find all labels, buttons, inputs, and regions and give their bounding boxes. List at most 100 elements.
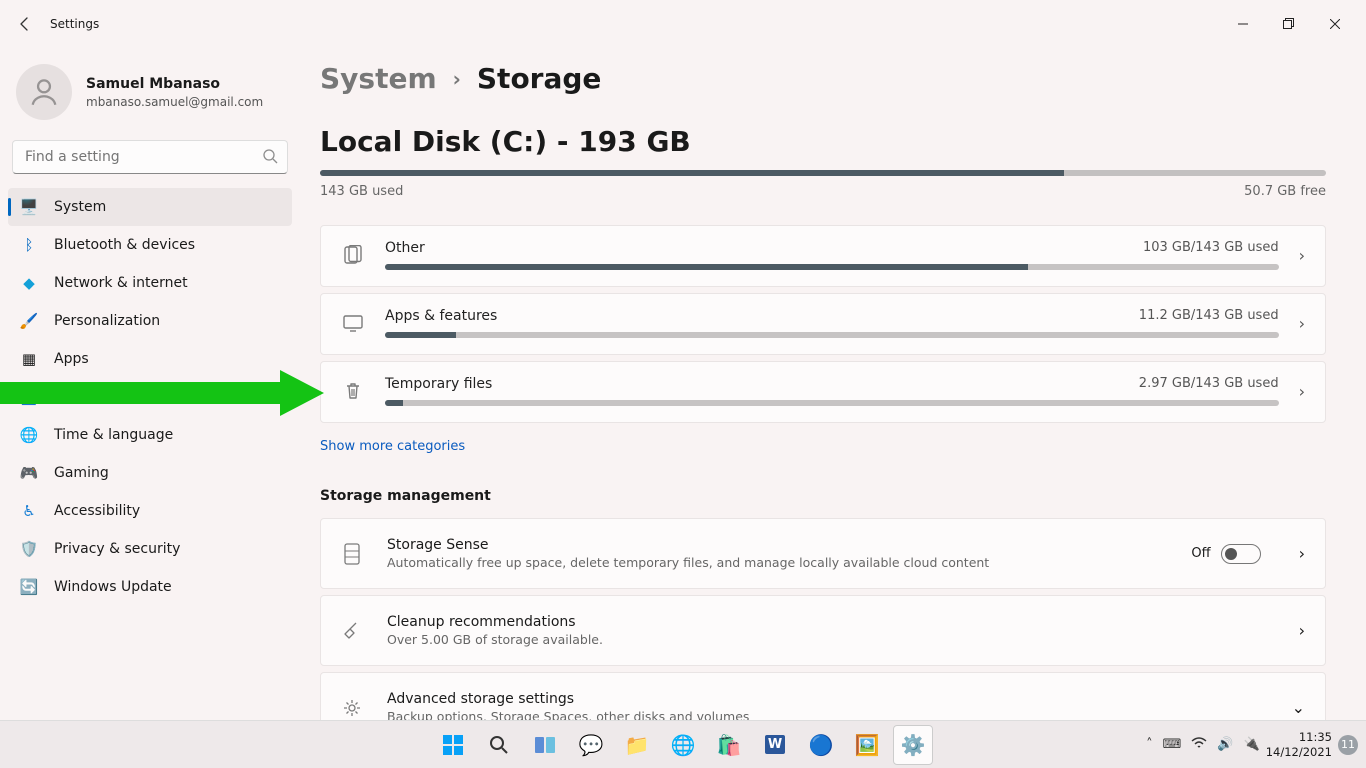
disk-usage-bar xyxy=(320,170,1326,176)
privacy-icon: 🛡️ xyxy=(20,540,38,558)
sidebar-item-label: Time & language xyxy=(54,427,173,443)
sidebar-item-accounts[interactable]: 👤 Accounts xyxy=(8,378,292,416)
toggle-state: Off xyxy=(1191,546,1210,561)
accounts-icon: 👤 xyxy=(20,388,38,406)
category-label: Other xyxy=(385,240,425,256)
sidebar-item-system[interactable]: 🖥️ System xyxy=(8,188,292,226)
apps-icon: ▦ xyxy=(20,350,38,368)
chevron-down-icon: ⌄ xyxy=(1292,698,1305,717)
taskbar-search[interactable] xyxy=(479,725,519,765)
system-icon: 🖥️ xyxy=(20,198,38,216)
sidebar-item-label: System xyxy=(54,199,106,215)
back-button[interactable] xyxy=(8,7,42,41)
sidebar-item-label: Windows Update xyxy=(54,579,172,595)
taskbar-chrome[interactable]: 🔵 xyxy=(801,725,841,765)
advanced-desc: Backup options, Storage Spaces, other di… xyxy=(387,709,1268,720)
wifi-icon[interactable] xyxy=(1191,737,1207,753)
sidebar-item-gaming[interactable]: 🎮 Gaming xyxy=(8,454,292,492)
sidebar-item-bluetooth[interactable]: ᛒ Bluetooth & devices xyxy=(8,226,292,264)
category-used: 2.97 GB/143 GB used xyxy=(1139,376,1279,392)
taskbar-taskview[interactable] xyxy=(525,725,565,765)
sidebar-item-label: Bluetooth & devices xyxy=(54,237,195,253)
battery-icon[interactable]: 🔌 xyxy=(1244,737,1260,752)
personalization-icon: 🖌️ xyxy=(20,312,38,330)
storage-sense-row[interactable]: Storage Sense Automatically free up spac… xyxy=(320,518,1326,589)
close-button[interactable] xyxy=(1312,8,1358,40)
chevron-right-icon: › xyxy=(1299,246,1305,265)
taskbar-explorer[interactable]: 📁 xyxy=(617,725,657,765)
search-input[interactable] xyxy=(12,140,288,174)
gaming-icon: 🎮 xyxy=(20,464,38,482)
category-used: 103 GB/143 GB used xyxy=(1143,240,1279,256)
advanced-title: Advanced storage settings xyxy=(387,691,1268,707)
sidebar-item-label: Network & internet xyxy=(54,275,188,291)
user-name: Samuel Mbanaso xyxy=(86,76,263,92)
sidebar-item-network[interactable]: ◆Network & internet xyxy=(8,264,292,302)
time-language-icon: 🌐 xyxy=(20,426,38,444)
category-label: Apps & features xyxy=(385,308,497,324)
notification-badge[interactable]: 11 xyxy=(1338,735,1358,755)
sidebar-item-label: Gaming xyxy=(54,465,109,481)
tray-overflow-icon[interactable]: ˄ xyxy=(1146,737,1153,752)
advanced-storage-row[interactable]: Advanced storage settings Backup options… xyxy=(320,672,1326,720)
storage-mgmt-heading: Storage management xyxy=(320,488,1326,504)
storage-sense-title: Storage Sense xyxy=(387,537,1167,553)
taskbar-word[interactable]: W xyxy=(755,725,795,765)
category-apps[interactable]: Apps & features11.2 GB/143 GB used › xyxy=(320,293,1326,355)
taskbar-edge[interactable]: 🌐 xyxy=(663,725,703,765)
sidebar-item-accessibility[interactable]: ♿Accessibility xyxy=(8,492,292,530)
sidebar-item-apps[interactable]: ▦Apps xyxy=(8,340,292,378)
content-pane: System › Storage Local Disk (C:) - 193 G… xyxy=(300,48,1366,720)
storage-sense-toggle[interactable] xyxy=(1221,544,1261,564)
breadcrumb: System › Storage xyxy=(320,62,1326,95)
storage-sense-icon xyxy=(341,543,363,565)
breadcrumb-parent[interactable]: System xyxy=(320,62,437,95)
sidebar-nav: 🖥️ System ᛒ Bluetooth & devices ◆Network &… xyxy=(8,188,292,606)
show-more-link[interactable]: Show more categories xyxy=(320,439,465,454)
taskbar-chat[interactable]: 💬 xyxy=(571,725,611,765)
storage-sense-desc: Automatically free up space, delete temp… xyxy=(387,555,1167,570)
user-email: mbanaso.samuel@gmail.com xyxy=(86,95,263,109)
sidebar-item-label: Privacy & security xyxy=(54,541,180,557)
window-title: Settings xyxy=(50,17,99,31)
update-icon: 🔄 xyxy=(20,578,38,596)
taskbar-photos[interactable]: 🖼️ xyxy=(847,725,887,765)
system-tray[interactable]: ˄ ⌨ 🔊 🔌 xyxy=(1146,737,1260,753)
apps-features-icon xyxy=(341,313,365,333)
sidebar-item-privacy[interactable]: 🛡️ Privacy & security xyxy=(8,530,292,568)
category-other[interactable]: Other 103 GB/143 GB used › xyxy=(320,225,1326,287)
sidebar-item-time[interactable]: 🌐 Time & language xyxy=(8,416,292,454)
sidebar-item-personalization[interactable]: 🖌️ Personalization xyxy=(8,302,292,340)
accessibility-icon: ♿ xyxy=(20,502,38,520)
bluetooth-icon: ᛒ xyxy=(20,236,38,254)
taskbar-store[interactable]: 🛍️ xyxy=(709,725,749,765)
chevron-right-icon: › xyxy=(453,67,461,91)
cleanup-row[interactable]: Cleanup recommendations Over 5.00 GB of … xyxy=(320,595,1326,666)
search-field[interactable] xyxy=(12,140,288,174)
cleanup-title: Cleanup recommendations xyxy=(387,614,1275,630)
sidebar-item-label: Accounts xyxy=(54,389,118,405)
search-icon xyxy=(262,148,278,168)
other-icon xyxy=(341,245,365,265)
disk-used-label: 143 GB used xyxy=(320,184,403,199)
disk-title: Local Disk (C:) - 193 GB xyxy=(320,125,1326,158)
sidebar-item-label: Personalization xyxy=(54,313,160,329)
taskbar-center: 💬 📁 🌐 🛍️ W 🔵 🖼️ ⚙️ xyxy=(433,725,933,765)
taskbar: 💬 📁 🌐 🛍️ W 🔵 🖼️ ⚙️ ˄ ⌨ 🔊 🔌 11:35 14/12/2… xyxy=(0,720,1366,768)
maximize-button[interactable] xyxy=(1266,8,1312,40)
category-temp-files[interactable]: Temporary files2.97 GB/143 GB used › xyxy=(320,361,1326,423)
gear-icon xyxy=(341,698,363,718)
chevron-right-icon: › xyxy=(1299,621,1305,640)
keyboard-icon[interactable]: ⌨ xyxy=(1163,737,1182,752)
taskbar-clock[interactable]: 11:35 14/12/2021 xyxy=(1266,730,1332,759)
chevron-right-icon: › xyxy=(1299,544,1305,563)
sidebar-item-update[interactable]: 🔄 Windows Update xyxy=(8,568,292,606)
volume-icon[interactable]: 🔊 xyxy=(1217,737,1233,752)
taskbar-settings[interactable]: ⚙️ xyxy=(893,725,933,765)
minimize-button[interactable] xyxy=(1220,8,1266,40)
account-block[interactable]: Samuel Mbanaso mbanaso.samuel@gmail.com xyxy=(8,56,292,134)
cleanup-desc: Over 5.00 GB of storage available. xyxy=(387,632,1275,647)
sidebar: Samuel Mbanaso mbanaso.samuel@gmail.com … xyxy=(0,48,300,720)
chevron-right-icon: › xyxy=(1299,382,1305,401)
start-button[interactable] xyxy=(433,725,473,765)
